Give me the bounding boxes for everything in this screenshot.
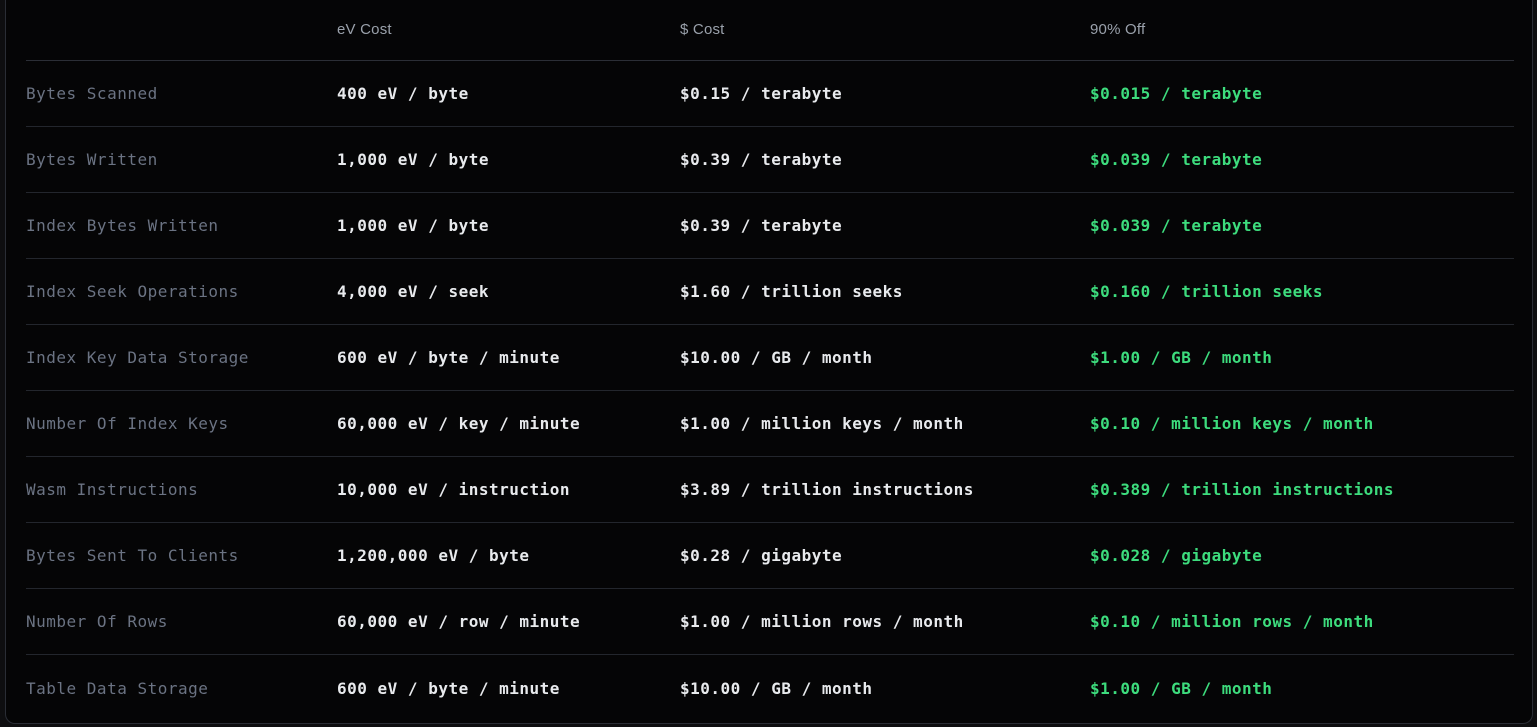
row-label: Number Of Rows	[26, 612, 337, 631]
ev-cost-value: 600 eV / byte / minute	[337, 348, 680, 367]
ev-cost-value: 400 eV / byte	[337, 84, 680, 103]
discount-value: $0.10 / million keys / month	[1090, 414, 1514, 433]
column-header-usd-cost: $ Cost	[680, 21, 1090, 38]
usd-cost-value: $1.00 / million rows / month	[680, 612, 1090, 631]
column-header-discount: 90% Off	[1090, 21, 1514, 38]
usd-cost-value: $0.39 / terabyte	[680, 150, 1090, 169]
discount-value: $0.039 / terabyte	[1090, 216, 1514, 235]
table-row: Bytes Scanned 400 eV / byte $0.15 / tera…	[26, 61, 1514, 127]
table-row: Bytes Sent To Clients 1,200,000 eV / byt…	[26, 523, 1514, 589]
discount-value: $0.10 / million rows / month	[1090, 612, 1514, 631]
row-label: Bytes Scanned	[26, 84, 337, 103]
usd-cost-value: $0.39 / terabyte	[680, 216, 1090, 235]
ev-cost-value: 60,000 eV / row / minute	[337, 612, 680, 631]
ev-cost-value: 1,000 eV / byte	[337, 216, 680, 235]
row-label: Index Seek Operations	[26, 282, 337, 301]
table-row: Table Data Storage 600 eV / byte / minut…	[26, 655, 1514, 721]
column-header-ev-cost: eV Cost	[337, 21, 680, 38]
discount-value: $1.00 / GB / month	[1090, 348, 1514, 367]
usd-cost-value: $10.00 / GB / month	[680, 679, 1090, 698]
table-row: Number Of Index Keys 60,000 eV / key / m…	[26, 391, 1514, 457]
pricing-table: eV Cost $ Cost 90% Off Bytes Scanned 400…	[5, 0, 1533, 724]
table-row: Bytes Written 1,000 eV / byte $0.39 / te…	[26, 127, 1514, 193]
row-label: Table Data Storage	[26, 679, 337, 698]
ev-cost-value: 1,200,000 eV / byte	[337, 546, 680, 565]
ev-cost-value: 4,000 eV / seek	[337, 282, 680, 301]
table-header-row: eV Cost $ Cost 90% Off	[26, 0, 1514, 61]
usd-cost-value: $10.00 / GB / month	[680, 348, 1090, 367]
discount-value: $0.389 / trillion instructions	[1090, 480, 1514, 499]
usd-cost-value: $0.28 / gigabyte	[680, 546, 1090, 565]
table-row: Index Seek Operations 4,000 eV / seek $1…	[26, 259, 1514, 325]
discount-value: $0.015 / terabyte	[1090, 84, 1514, 103]
ev-cost-value: 1,000 eV / byte	[337, 150, 680, 169]
table-row: Wasm Instructions 10,000 eV / instructio…	[26, 457, 1514, 523]
usd-cost-value: $3.89 / trillion instructions	[680, 480, 1090, 499]
row-label: Bytes Written	[26, 150, 337, 169]
discount-value: $0.160 / trillion seeks	[1090, 282, 1514, 301]
discount-value: $0.039 / terabyte	[1090, 150, 1514, 169]
ev-cost-value: 600 eV / byte / minute	[337, 679, 680, 698]
usd-cost-value: $1.60 / trillion seeks	[680, 282, 1090, 301]
ev-cost-value: 60,000 eV / key / minute	[337, 414, 680, 433]
row-label: Wasm Instructions	[26, 480, 337, 499]
table-body: Bytes Scanned 400 eV / byte $0.15 / tera…	[6, 61, 1532, 721]
usd-cost-value: $0.15 / terabyte	[680, 84, 1090, 103]
row-label: Index Key Data Storage	[26, 348, 337, 367]
ev-cost-value: 10,000 eV / instruction	[337, 480, 680, 499]
row-label: Bytes Sent To Clients	[26, 546, 337, 565]
table-row: Index Key Data Storage 600 eV / byte / m…	[26, 325, 1514, 391]
row-label: Number Of Index Keys	[26, 414, 337, 433]
discount-value: $1.00 / GB / month	[1090, 679, 1514, 698]
table-row: Index Bytes Written 1,000 eV / byte $0.3…	[26, 193, 1514, 259]
usd-cost-value: $1.00 / million keys / month	[680, 414, 1090, 433]
row-label: Index Bytes Written	[26, 216, 337, 235]
discount-value: $0.028 / gigabyte	[1090, 546, 1514, 565]
table-row: Number Of Rows 60,000 eV / row / minute …	[26, 589, 1514, 655]
